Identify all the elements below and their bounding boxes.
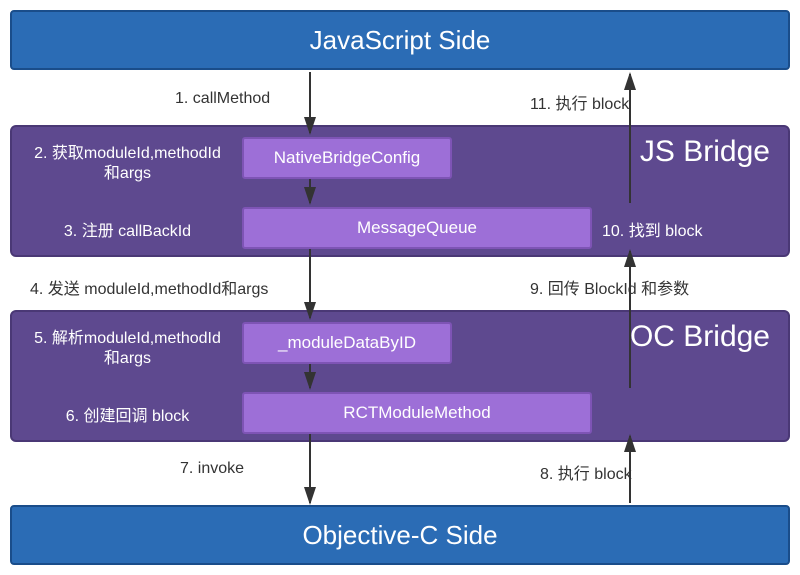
step-1-label: 1. callMethod: [175, 90, 270, 108]
objective-c-side-title: Objective-C Side: [302, 520, 497, 550]
step-11-label: 11. 执行 block: [530, 90, 629, 114]
rct-module-method-box: RCTModuleMethod: [242, 392, 592, 434]
javascript-side-box: JavaScript Side: [10, 10, 790, 70]
step-5-label-line2: 和args: [20, 344, 235, 368]
js-bridge-title: JS Bridge: [640, 135, 770, 169]
oc-bridge-container: OC Bridge _moduleDataByID RCTModuleMetho…: [10, 310, 790, 442]
step-7-label: 7. invoke: [180, 460, 244, 478]
module-data-by-id-label: _moduleDataByID: [278, 333, 416, 353]
step-2-label-line2: 和args: [20, 159, 235, 183]
js-bridge-container: JS Bridge NativeBridgeConfig MessageQueu…: [10, 125, 790, 257]
step-4-label: 4. 发送 moduleId,methodId和args: [30, 275, 268, 299]
message-queue-box: MessageQueue: [242, 207, 592, 249]
step-6-label: 6. 创建回调 block: [20, 402, 235, 426]
message-queue-label: MessageQueue: [357, 218, 477, 238]
native-bridge-config-box: NativeBridgeConfig: [242, 137, 452, 179]
objective-c-side-box: Objective-C Side: [10, 505, 790, 565]
step-10-label: 10. 找到 block: [602, 217, 782, 241]
native-bridge-config-label: NativeBridgeConfig: [274, 148, 420, 168]
oc-bridge-title: OC Bridge: [630, 320, 770, 354]
javascript-side-title: JavaScript Side: [310, 25, 491, 55]
module-data-by-id-box: _moduleDataByID: [242, 322, 452, 364]
step-3-label: 3. 注册 callBackId: [20, 217, 235, 241]
step-9-label: 9. 回传 BlockId 和参数: [530, 275, 689, 299]
rct-module-method-label: RCTModuleMethod: [343, 403, 490, 423]
step-8-label: 8. 执行 block: [540, 460, 632, 484]
